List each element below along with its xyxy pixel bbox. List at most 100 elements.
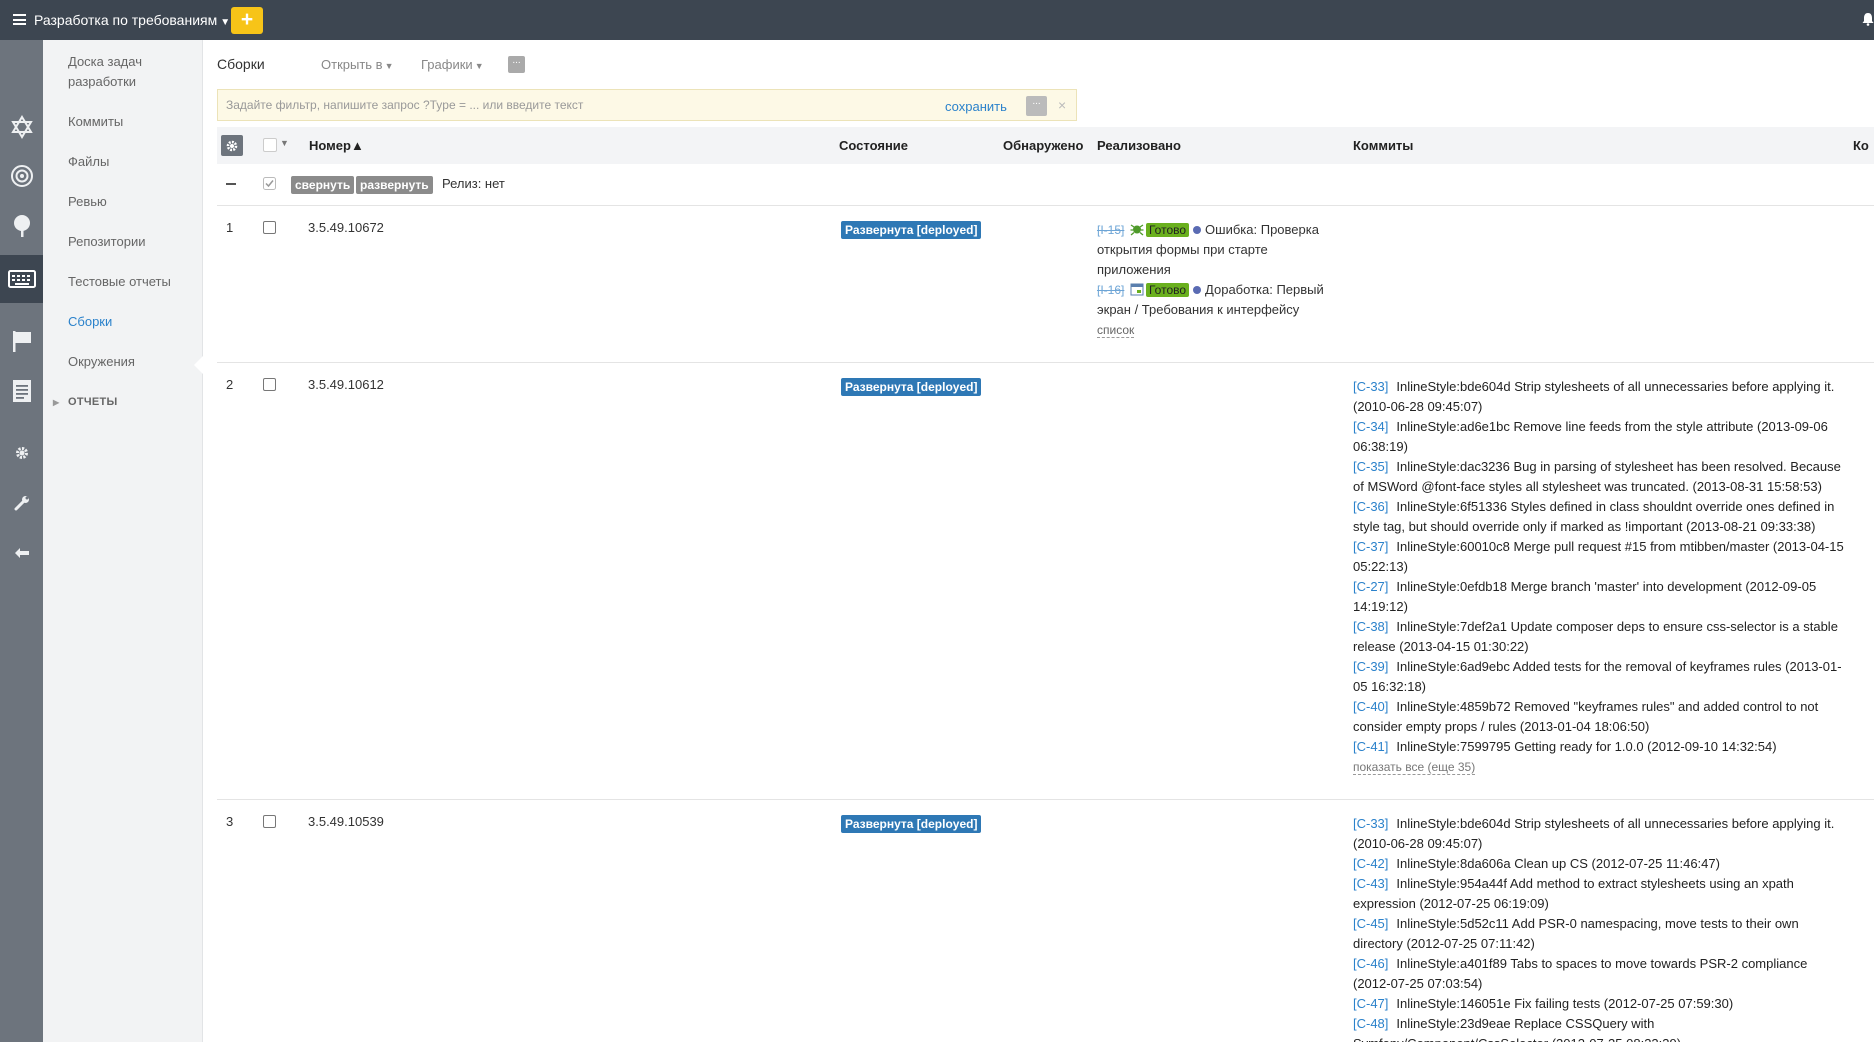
commit-item: [C-36] InlineStyle:6f51336 Styles defined… bbox=[1353, 497, 1845, 537]
commit-link[interactable]: [C-48] bbox=[1353, 1016, 1388, 1031]
icon-sidebar bbox=[0, 40, 43, 1042]
table-row[interactable]: 2 3.5.49.10612 Развернута [deployed] [C-… bbox=[217, 363, 1874, 800]
release-label: Релиз: нет bbox=[442, 176, 505, 191]
commit-message: InlineStyle:bde604d Strip stylesheets of… bbox=[1353, 379, 1835, 414]
back-arrow-icon[interactable] bbox=[0, 533, 43, 573]
commits-list: [C-33] InlineStyle:bde604d Strip styleshe… bbox=[1353, 814, 1845, 1042]
collapse-group-icon[interactable] bbox=[226, 183, 236, 185]
column-header-found[interactable]: Обнаружено bbox=[1003, 138, 1083, 153]
commit-link[interactable]: [C-46] bbox=[1353, 956, 1388, 971]
column-header-implemented[interactable]: Реализовано bbox=[1097, 138, 1181, 153]
charts-label: Графики bbox=[421, 57, 473, 72]
commit-link[interactable]: [C-33] bbox=[1353, 816, 1388, 831]
show-all-commits-link[interactable]: показать все (еще 35) bbox=[1353, 760, 1476, 775]
status-badge: Готово bbox=[1145, 223, 1190, 237]
nav-item-files[interactable]: Файлы bbox=[68, 152, 188, 172]
target-icon[interactable] bbox=[0, 156, 43, 196]
commit-message: InlineStyle:ad6e1bc Remove line feeds fr… bbox=[1353, 419, 1828, 454]
collapse-button[interactable]: свернуть bbox=[291, 176, 355, 194]
checkbox-icon[interactable] bbox=[263, 177, 276, 190]
save-filter-link[interactable]: сохранить bbox=[945, 99, 1007, 114]
row-checkbox[interactable] bbox=[263, 378, 276, 391]
row-checkbox[interactable] bbox=[263, 815, 276, 828]
chevron-down-icon[interactable]: ▼ bbox=[280, 138, 289, 148]
issue-link[interactable]: [I-16] bbox=[1097, 283, 1124, 297]
build-version[interactable]: 3.5.49.10612 bbox=[308, 377, 384, 392]
commit-message: InlineStyle:60010c8 Merge pull request #… bbox=[1353, 539, 1844, 574]
commit-link[interactable]: [C-38] bbox=[1353, 619, 1388, 634]
row-checkbox[interactable] bbox=[263, 221, 276, 234]
charts-dropdown[interactable]: Графики ▼ bbox=[421, 57, 484, 72]
status-badge: Готово bbox=[1145, 283, 1190, 297]
commit-message: InlineStyle:7def2a1 Update composer deps… bbox=[1353, 619, 1838, 654]
commit-link[interactable]: [C-33] bbox=[1353, 379, 1388, 394]
commit-link[interactable]: [C-41] bbox=[1353, 739, 1388, 754]
commit-item: [C-47] InlineStyle:146051e Fix failing te… bbox=[1353, 994, 1845, 1014]
hamburger-menu-icon[interactable] bbox=[13, 14, 26, 25]
commit-link[interactable]: [C-39] bbox=[1353, 659, 1388, 674]
nav-item-repositories[interactable]: Репозитории bbox=[68, 232, 188, 252]
chevron-down-icon: ▼ bbox=[474, 61, 484, 71]
commit-link[interactable]: [C-36] bbox=[1353, 499, 1388, 514]
column-header-state[interactable]: Состояние bbox=[839, 138, 908, 153]
star-of-david-icon[interactable] bbox=[0, 107, 43, 147]
bug-icon bbox=[1130, 222, 1144, 236]
commit-message: InlineStyle:0efdb18 Merge branch 'master… bbox=[1353, 579, 1817, 614]
nav-item-environments[interactable]: Окружения bbox=[68, 352, 188, 372]
group-row: свернуть развернуть Релиз: нет bbox=[217, 164, 1874, 206]
column-settings-button[interactable] bbox=[221, 135, 243, 156]
bell-icon[interactable] bbox=[1862, 12, 1874, 26]
build-version[interactable]: 3.5.49.10672 bbox=[308, 220, 384, 235]
commit-link[interactable]: [C-47] bbox=[1353, 996, 1388, 1011]
commit-message: InlineStyle:5d52c11 Add PSR-0 namespacin… bbox=[1353, 916, 1799, 951]
build-version[interactable]: 3.5.49.10539 bbox=[308, 814, 384, 829]
column-header-number[interactable]: Номер▲ bbox=[309, 138, 364, 153]
status-badge: Развернута [deployed] bbox=[841, 815, 982, 833]
commit-item: [C-43] InlineStyle:954a44f Add method to … bbox=[1353, 874, 1845, 914]
commit-link[interactable]: [C-34] bbox=[1353, 419, 1388, 434]
filter-input[interactable]: Задайте фильтр, напишите запрос ?Type = … bbox=[226, 98, 583, 112]
expand-button[interactable]: развернуть bbox=[356, 176, 433, 194]
commit-item: [C-40] InlineStyle:4859b72 Removed "keyfr… bbox=[1353, 697, 1845, 737]
commit-link[interactable]: [C-43] bbox=[1353, 876, 1388, 891]
select-all-checkbox[interactable] bbox=[263, 138, 277, 152]
column-header-commits[interactable]: Коммиты bbox=[1353, 138, 1413, 153]
gear-icon[interactable] bbox=[0, 433, 43, 473]
table-row[interactable]: 1 3.5.49.10672 Развернута [deployed] [I-… bbox=[217, 206, 1874, 363]
flag-icon[interactable] bbox=[0, 321, 43, 361]
nav-item-test-reports[interactable]: Тестовые отчеты bbox=[68, 272, 188, 292]
commit-link[interactable]: [C-40] bbox=[1353, 699, 1388, 714]
commit-message: InlineStyle:6f51336 Styles defined in cl… bbox=[1353, 499, 1835, 534]
commit-link[interactable]: [C-45] bbox=[1353, 916, 1388, 931]
priority-dot-icon bbox=[1193, 286, 1202, 294]
more-options-button[interactable]: ... bbox=[508, 56, 525, 73]
keyboard-icon[interactable] bbox=[0, 255, 43, 303]
nav-item-dev-board[interactable]: Доска задач разработки bbox=[68, 52, 188, 92]
tree-icon[interactable] bbox=[0, 206, 43, 246]
list-link[interactable]: список bbox=[1097, 323, 1135, 338]
commit-link[interactable]: [C-35] bbox=[1353, 459, 1388, 474]
filter-bar[interactable]: Задайте фильтр, напишите запрос ?Type = … bbox=[217, 89, 1077, 121]
commit-message: InlineStyle:954a44f Add method to extrac… bbox=[1353, 876, 1794, 911]
nav-item-review[interactable]: Ревью bbox=[68, 192, 188, 212]
nav-section-reports[interactable]: ▶ ОТЧЕТЫ bbox=[53, 396, 118, 408]
commit-item: [C-35] InlineStyle:dac3236 Bug in parsing… bbox=[1353, 457, 1845, 497]
nav-item-commits[interactable]: Коммиты bbox=[68, 112, 188, 132]
row-number: 2 bbox=[226, 377, 234, 392]
add-button[interactable]: + bbox=[231, 7, 263, 34]
close-icon[interactable]: × bbox=[1058, 97, 1066, 113]
commit-link[interactable]: [C-27] bbox=[1353, 579, 1388, 594]
column-header-extra[interactable]: Ко bbox=[1853, 138, 1869, 153]
filter-more-button[interactable]: ... bbox=[1026, 96, 1047, 116]
project-selector[interactable]: Разработка по требованиям ▼ bbox=[34, 12, 230, 28]
commit-link[interactable]: [C-37] bbox=[1353, 539, 1388, 554]
table-row[interactable]: 3 3.5.49.10539 Развернута [deployed] [C-… bbox=[217, 800, 1874, 1042]
nav-item-builds[interactable]: Сборки bbox=[68, 312, 188, 332]
top-bar: Разработка по требованиям ▼ + bbox=[0, 0, 1874, 40]
row-number: 1 bbox=[226, 220, 234, 235]
document-icon[interactable] bbox=[0, 371, 43, 411]
commit-link[interactable]: [C-42] bbox=[1353, 856, 1388, 871]
wrench-icon[interactable] bbox=[0, 483, 43, 523]
issue-link[interactable]: [I-15] bbox=[1097, 223, 1124, 237]
open-in-dropdown[interactable]: Открыть в ▼ bbox=[321, 57, 394, 72]
